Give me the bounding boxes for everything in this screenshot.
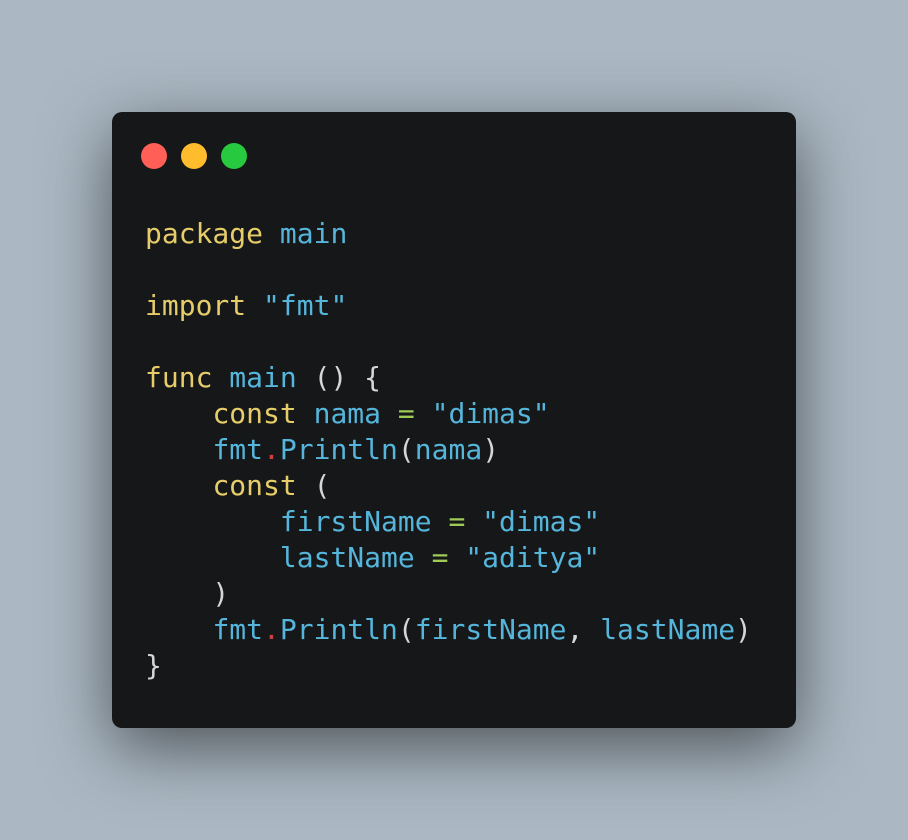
code-token-punct xyxy=(432,505,449,538)
minimize-dot-icon[interactable] xyxy=(181,143,207,169)
code-token-punct xyxy=(415,397,432,430)
code-token-keyword: const xyxy=(212,469,297,502)
code-token-punct xyxy=(145,613,212,646)
code-token-punct xyxy=(212,361,229,394)
code-token-string: "dimas" xyxy=(482,505,601,538)
code-line: const nama = "dimas" xyxy=(145,396,752,432)
code-token-ident: firstName xyxy=(414,613,567,646)
code-token-keyword: const xyxy=(212,397,297,430)
code-token-ident: nama xyxy=(414,433,483,466)
code-token-punct: ( xyxy=(397,613,415,646)
code-line: import "fmt" xyxy=(145,288,752,324)
code-line: const ( xyxy=(145,468,752,504)
code-token-punct xyxy=(297,397,314,430)
code-token-keyword: package xyxy=(145,217,264,250)
code-token-operator: = xyxy=(431,541,449,574)
code-token-punct xyxy=(415,541,432,574)
code-token-operator: = xyxy=(397,397,415,430)
code-token-punct xyxy=(263,217,280,250)
code-token-punct xyxy=(145,469,212,502)
maximize-dot-icon[interactable] xyxy=(221,143,247,169)
code-token-ident: main xyxy=(279,217,348,250)
code-token-ident: Println xyxy=(279,613,398,646)
code-token-punct xyxy=(145,505,280,538)
code-token-ident: fmt xyxy=(212,613,264,646)
code-token-punct: ) xyxy=(145,577,230,610)
code-line: ) xyxy=(145,576,752,612)
code-token-ident: Println xyxy=(279,433,398,466)
code-token-punct: ( xyxy=(296,469,331,502)
code-token-string: "aditya" xyxy=(465,541,601,574)
code-line: } xyxy=(145,648,752,684)
code-token-keyword: import xyxy=(145,289,247,322)
code-token-operator: = xyxy=(448,505,466,538)
code-token-punct: ( xyxy=(397,433,415,466)
code-token-punct: ) xyxy=(735,613,752,646)
code-token-punct xyxy=(381,397,398,430)
code-window: package main import "fmt" func main () { c… xyxy=(112,112,796,728)
code-token-dot: . xyxy=(263,433,280,466)
code-line: package main xyxy=(145,216,752,252)
code-line: firstName = "dimas" xyxy=(145,504,752,540)
code-token-punct: , xyxy=(566,613,601,646)
code-line: fmt.Println(firstName, lastName) xyxy=(145,612,752,648)
code-token-punct: } xyxy=(145,649,162,682)
code-token-string: "fmt" xyxy=(263,289,348,322)
code-token-punct xyxy=(465,505,482,538)
code-token-ident: main xyxy=(229,361,297,394)
code-token-punct xyxy=(145,433,212,466)
code-line: lastName = "aditya" xyxy=(145,540,752,576)
code-token-ident: lastName xyxy=(279,541,415,574)
code-token-ident: fmt xyxy=(212,433,264,466)
code-token-punct: ) xyxy=(482,433,500,466)
code-token-keyword: func xyxy=(145,361,213,394)
code-token-punct xyxy=(145,541,280,574)
code-token-punct xyxy=(145,397,212,430)
code-token-punct xyxy=(448,541,465,574)
code-token-dot: . xyxy=(263,613,280,646)
code-line: func main () { xyxy=(145,360,752,396)
code-token-punct xyxy=(246,289,263,322)
code-block: package main import "fmt" func main () { c… xyxy=(145,216,752,684)
code-token-ident: nama xyxy=(313,397,382,430)
close-dot-icon[interactable] xyxy=(141,143,167,169)
code-token-string: "dimas" xyxy=(431,397,550,430)
code-token-ident: firstName xyxy=(279,505,432,538)
code-token-punct: () { xyxy=(296,361,382,394)
code-token-ident: lastName xyxy=(600,613,736,646)
code-line: fmt.Println(nama) xyxy=(145,432,752,468)
